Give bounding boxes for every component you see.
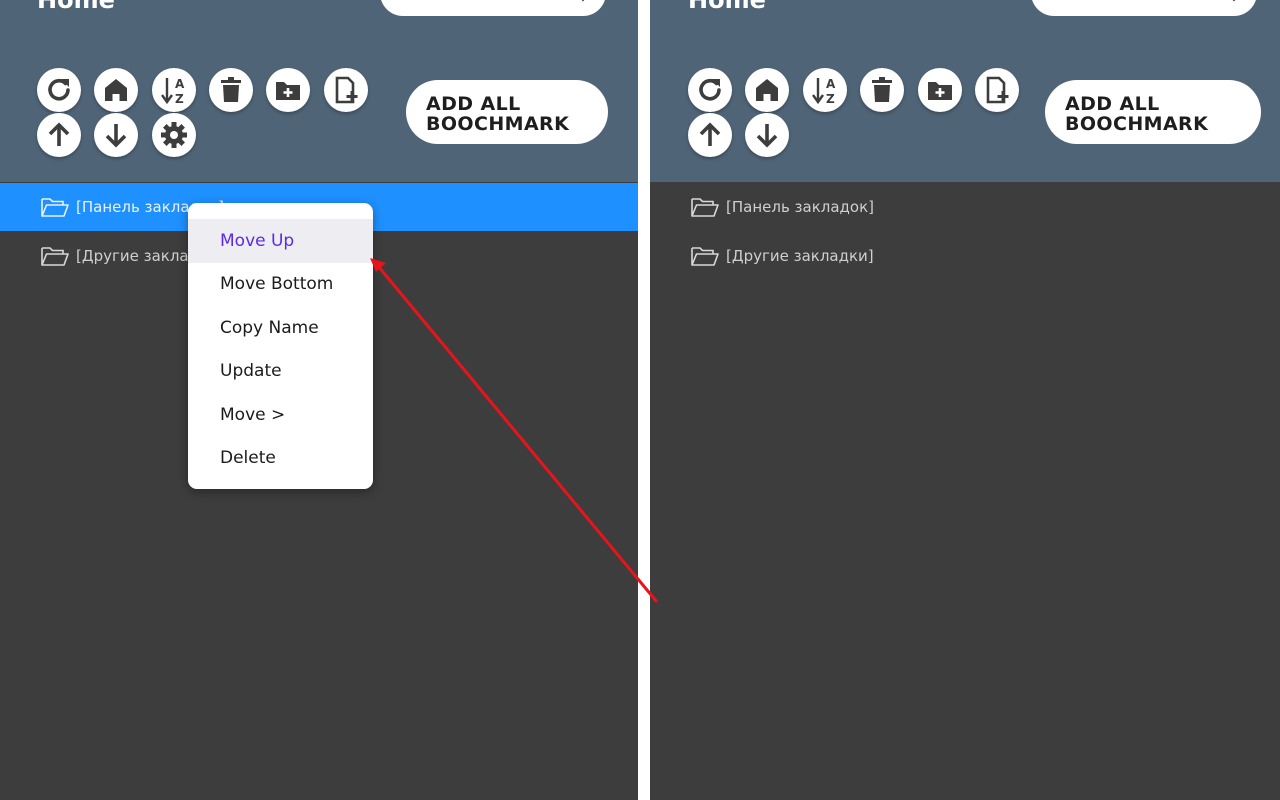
chevron-down-icon (581, 0, 585, 2)
arrow-up-icon (699, 122, 721, 146)
folder-item-label: [Панель закладок] (726, 198, 875, 216)
svg-text:A: A (175, 77, 185, 91)
folder-select[interactable] (1031, 0, 1257, 16)
arrow-down-icon (756, 124, 778, 148)
home-icon (105, 79, 127, 101)
home-icon (756, 79, 778, 101)
page-title: Home (37, 0, 115, 14)
menu-item-delete[interactable]: Delete (188, 437, 373, 481)
refresh-button[interactable] (37, 68, 81, 112)
sort-button[interactable]: AZ (803, 68, 847, 112)
add-all-label-line2: BOOCHMARK (1065, 113, 1209, 135)
folder-item-label: [Другие закладки] (726, 247, 874, 265)
arrow-down-icon (105, 124, 127, 148)
folder-open-icon (691, 198, 719, 217)
menu-item-move-up[interactable]: Move Up (188, 219, 373, 263)
refresh-icon (699, 78, 721, 101)
add-folder-icon (928, 82, 952, 100)
add-folder-button[interactable] (266, 68, 310, 112)
menu-item-copy-name[interactable]: Copy Name (188, 306, 373, 350)
sort-alpha-icon: AZ (161, 77, 185, 106)
left-bookmark-panel: Home AZ ADD ALL BOOCHMARK [Панель заклад… (0, 0, 638, 800)
sort-alpha-icon: AZ (812, 77, 836, 106)
add-bookmark-button[interactable] (324, 68, 368, 112)
folder-item-bookmarks-bar[interactable]: [Панель закладок] (650, 183, 1280, 231)
context-menu: Move Up Move Bottom Copy Name Update Mov… (188, 203, 373, 489)
scrollbar[interactable] (638, 182, 646, 800)
context-menu-top-padding (188, 203, 373, 219)
trash-icon (221, 77, 241, 102)
menu-item-move-bottom[interactable]: Move Bottom (188, 263, 373, 307)
arrow-up-icon (48, 122, 70, 146)
add-all-label-line1: ADD ALL (1065, 93, 1160, 115)
refresh-button[interactable] (688, 68, 732, 112)
page-title: Home (688, 0, 766, 14)
folder-open-icon (691, 247, 719, 266)
move-up-button[interactable] (688, 113, 732, 157)
delete-button[interactable] (860, 68, 904, 112)
add-bookmark-icon (986, 76, 1009, 104)
sort-button[interactable]: AZ (152, 68, 196, 112)
panel-header: Home AZ ADD ALL BOOCHMARK (650, 0, 1280, 182)
folder-open-icon (41, 247, 69, 266)
add-all-bookmarks-button[interactable]: ADD ALL BOOCHMARK (1045, 80, 1261, 144)
home-button[interactable] (745, 68, 789, 112)
settings-icon (161, 122, 187, 148)
trash-icon (872, 77, 892, 102)
folder-select[interactable] (380, 0, 606, 16)
move-up-button[interactable] (37, 113, 81, 157)
add-all-label-line1: ADD ALL (426, 93, 521, 115)
panel-header: Home AZ ADD ALL BOOCHMARK (0, 0, 638, 182)
right-bookmark-panel: Home AZ ADD ALL BOOCHMARK [Панель заклад… (650, 0, 1280, 800)
delete-button[interactable] (209, 68, 253, 112)
add-folder-button[interactable] (918, 68, 962, 112)
add-bookmark-button[interactable] (975, 68, 1019, 112)
svg-text:A: A (826, 77, 836, 91)
add-bookmark-icon (335, 76, 358, 104)
add-all-bookmarks-button[interactable]: ADD ALL BOOCHMARK (406, 80, 608, 144)
add-folder-icon (276, 82, 300, 100)
move-down-button[interactable] (94, 113, 138, 157)
svg-text:Z: Z (826, 92, 835, 106)
chevron-down-icon (1232, 0, 1236, 2)
svg-text:Z: Z (175, 92, 184, 106)
menu-item-move-submenu[interactable]: Move > (188, 393, 373, 437)
menu-item-update[interactable]: Update (188, 350, 373, 394)
settings-button[interactable] (152, 113, 196, 157)
folder-open-icon (41, 198, 69, 217)
add-all-label-line2: BOOCHMARK (426, 113, 570, 135)
refresh-icon (48, 78, 70, 101)
home-button[interactable] (94, 68, 138, 112)
move-down-button[interactable] (745, 113, 789, 157)
folder-item-other-bookmarks[interactable]: [Другие закладки] (650, 232, 1280, 280)
